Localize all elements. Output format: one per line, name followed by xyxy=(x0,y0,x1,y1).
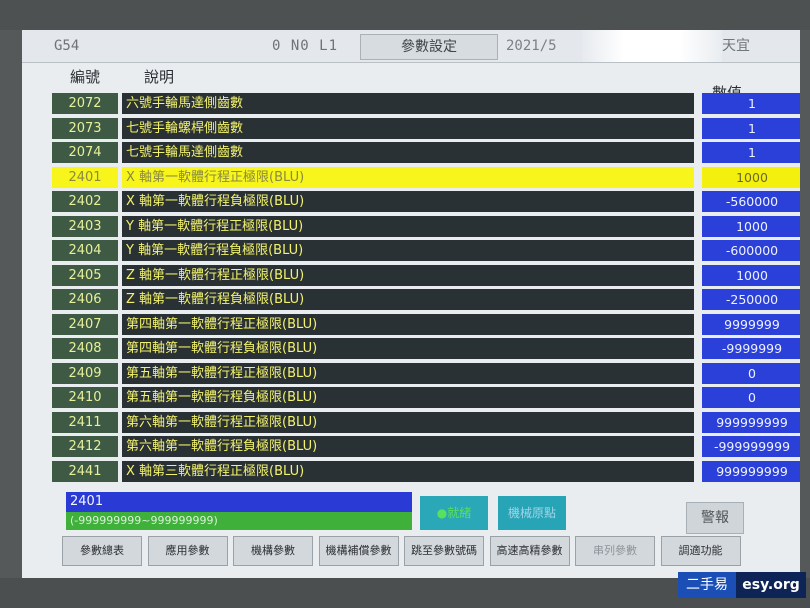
input-field[interactable]: 2401 xyxy=(66,492,412,512)
parameter-row[interactable]: 2073 七號手輪螺桿側齒數 1 xyxy=(52,117,800,139)
parameter-row[interactable]: 2411 第六軸第一軟體行程正極限(BLU) 999999999 xyxy=(52,411,800,433)
parameter-description: 第六軸第一軟體行程正極限(BLU) xyxy=(122,411,694,433)
input-area[interactable]: 2401 (-999999999~999999999) xyxy=(66,492,412,532)
parameter-row[interactable]: 2072 六號手輪馬達側齒數 1 xyxy=(52,92,800,114)
function-key-4[interactable]: 機構補償參數 xyxy=(318,536,399,566)
cnc-screen: G54 0 N0 L1 參數設定 2021/5 天宜 編號 說明 數值 2072… xyxy=(22,30,800,578)
machine-origin-indicator: 機械原點 xyxy=(498,496,566,530)
parameter-row[interactable]: 2402 X 軸第一軟體行程負極限(BLU) -560000 xyxy=(52,190,800,212)
parameter-row[interactable]: 2074 七號手輪馬達側齒數 1 xyxy=(52,141,800,163)
tab-parameter-settings[interactable]: 參數設定 xyxy=(360,34,498,60)
parameter-number: 2404 xyxy=(52,240,118,261)
parameter-value[interactable]: 1 xyxy=(702,93,800,114)
parameter-value[interactable]: 1 xyxy=(702,142,800,163)
parameter-number: 2407 xyxy=(52,313,118,335)
parameter-number: 2401 xyxy=(52,166,118,188)
parameter-number: 2406 xyxy=(52,289,118,310)
parameter-row[interactable]: 2401 X 軸第一軟體行程正極限(BLU) 1000 xyxy=(52,166,800,188)
function-key-1[interactable]: 參數總表 xyxy=(62,536,142,566)
parameter-number: 2405 xyxy=(52,264,118,286)
parameter-value[interactable]: 0 xyxy=(702,362,800,384)
function-key-7[interactable]: 串列參數 xyxy=(575,536,655,566)
parameter-value[interactable]: -600000 xyxy=(702,240,800,261)
ready-indicator: ●就緒 xyxy=(420,496,488,530)
parameter-value[interactable]: 999999999 xyxy=(702,411,800,433)
parameter-value[interactable]: 999999999 xyxy=(702,460,800,482)
parameter-value[interactable]: 0 xyxy=(702,387,800,408)
parameter-description: 第五軸第一軟體行程負極限(BLU) xyxy=(122,387,694,408)
input-range-hint: (-999999999~999999999) xyxy=(66,512,412,530)
function-key-2[interactable]: 應用參數 xyxy=(147,536,228,566)
machine-label: 天宜 xyxy=(722,38,750,54)
parameter-description: 七號手輪螺桿側齒數 xyxy=(122,117,694,139)
parameter-description: Y 軸第一軟體行程負極限(BLU) xyxy=(122,240,694,261)
function-key-5[interactable]: 跳至參數號碼 xyxy=(404,536,484,566)
parameter-description: 第四軸第一軟體行程負極限(BLU) xyxy=(122,338,694,359)
parameter-value[interactable]: 1000 xyxy=(702,215,800,237)
parameter-number: 2409 xyxy=(52,362,118,384)
parameter-value[interactable]: 1000 xyxy=(702,264,800,286)
parameter-number: 2073 xyxy=(52,117,118,139)
parameter-number: 2403 xyxy=(52,215,118,237)
parameter-row[interactable]: 2408 第四軸第一軟體行程負極限(BLU) -9999999 xyxy=(52,337,800,359)
parameter-description: X 軸第一軟體行程正極限(BLU) xyxy=(122,166,694,188)
alarm-button[interactable]: 警報 xyxy=(686,502,744,534)
parameter-description: 第五軸第一軟體行程正極限(BLU) xyxy=(122,362,694,384)
parameter-description: Z 軸第一軟體行程正極限(BLU) xyxy=(122,264,694,286)
parameter-value[interactable]: 1000 xyxy=(702,166,800,188)
parameter-description: 七號手輪馬達側齒數 xyxy=(122,142,694,163)
column-header-number: 編號 xyxy=(70,68,101,86)
parameter-value[interactable]: -999999999 xyxy=(702,436,800,457)
watermark: 二手易 esy.org xyxy=(678,572,806,598)
function-key-3[interactable]: 機構參數 xyxy=(233,536,313,566)
parameter-value[interactable]: 9999999 xyxy=(702,313,800,335)
parameter-row[interactable]: 2404 Y 軸第一軟體行程負極限(BLU) -600000 xyxy=(52,239,800,261)
function-key-6[interactable]: 高速高精參數 xyxy=(489,536,570,566)
watermark-left: 二手易 xyxy=(678,572,736,598)
parameter-number: 2411 xyxy=(52,411,118,433)
watermark-right: esy.org xyxy=(736,572,806,598)
parameter-number: 2441 xyxy=(52,460,118,482)
parameter-row[interactable]: 2405 Z 軸第一軟體行程正極限(BLU) 1000 xyxy=(52,264,800,286)
parameter-number: 2410 xyxy=(52,387,118,408)
parameter-row[interactable]: 2409 第五軸第一軟體行程正極限(BLU) 0 xyxy=(52,362,800,384)
parameter-row[interactable]: 2403 Y 軸第一軟體行程正極限(BLU) 1000 xyxy=(52,215,800,237)
parameter-number: 2074 xyxy=(52,142,118,163)
parameter-value[interactable]: -9999999 xyxy=(702,338,800,359)
parameter-row[interactable]: 2406 Z 軸第一軟體行程負極限(BLU) -250000 xyxy=(52,288,800,310)
parameter-number: 2412 xyxy=(52,436,118,457)
date-display: 2021/5 xyxy=(506,38,557,54)
parameter-row[interactable]: 2407 第四軸第一軟體行程正極限(BLU) 9999999 xyxy=(52,313,800,335)
parameter-description: 六號手輪馬達側齒數 xyxy=(122,93,694,114)
parameter-row[interactable]: 2412 第六軸第一軟體行程負極限(BLU) -999999999 xyxy=(52,435,800,457)
parameter-description: X 軸第一軟體行程負極限(BLU) xyxy=(122,191,694,212)
function-key-bar: 參數總表 應用參數 機構參數 機構補償參數 跳至參數號碼 高速高精參數 串列參數 調適功能 xyxy=(62,536,744,566)
monitor-bezel-top xyxy=(0,0,810,30)
function-key-8[interactable]: 調適功能 xyxy=(660,536,741,566)
program-status: 0 N0 L1 xyxy=(272,38,339,54)
screen-glare xyxy=(582,30,722,62)
parameter-value[interactable]: -250000 xyxy=(702,289,800,310)
parameter-description: 第六軸第一軟體行程負極限(BLU) xyxy=(122,436,694,457)
parameter-number: 2072 xyxy=(52,93,118,114)
coordinate-system: G54 xyxy=(54,38,80,54)
parameter-description: Y 軸第一軟體行程正極限(BLU) xyxy=(122,215,694,237)
parameter-row[interactable]: 2410 第五軸第一軟體行程負極限(BLU) 0 xyxy=(52,386,800,408)
parameter-description: 第四軸第一軟體行程正極限(BLU) xyxy=(122,313,694,335)
column-header-description: 說明 xyxy=(144,68,175,86)
parameter-description: Z 軸第一軟體行程負極限(BLU) xyxy=(122,289,694,310)
parameter-number: 2402 xyxy=(52,191,118,212)
parameter-description: X 軸第三軟體行程正極限(BLU) xyxy=(122,460,694,482)
parameter-number: 2408 xyxy=(52,338,118,359)
parameter-row[interactable]: 2441 X 軸第三軟體行程正極限(BLU) 999999999 xyxy=(52,460,800,482)
header-bar: G54 0 N0 L1 參數設定 2021/5 天宜 xyxy=(22,30,800,63)
parameter-value[interactable]: 1 xyxy=(702,117,800,139)
parameter-value[interactable]: -560000 xyxy=(702,191,800,212)
